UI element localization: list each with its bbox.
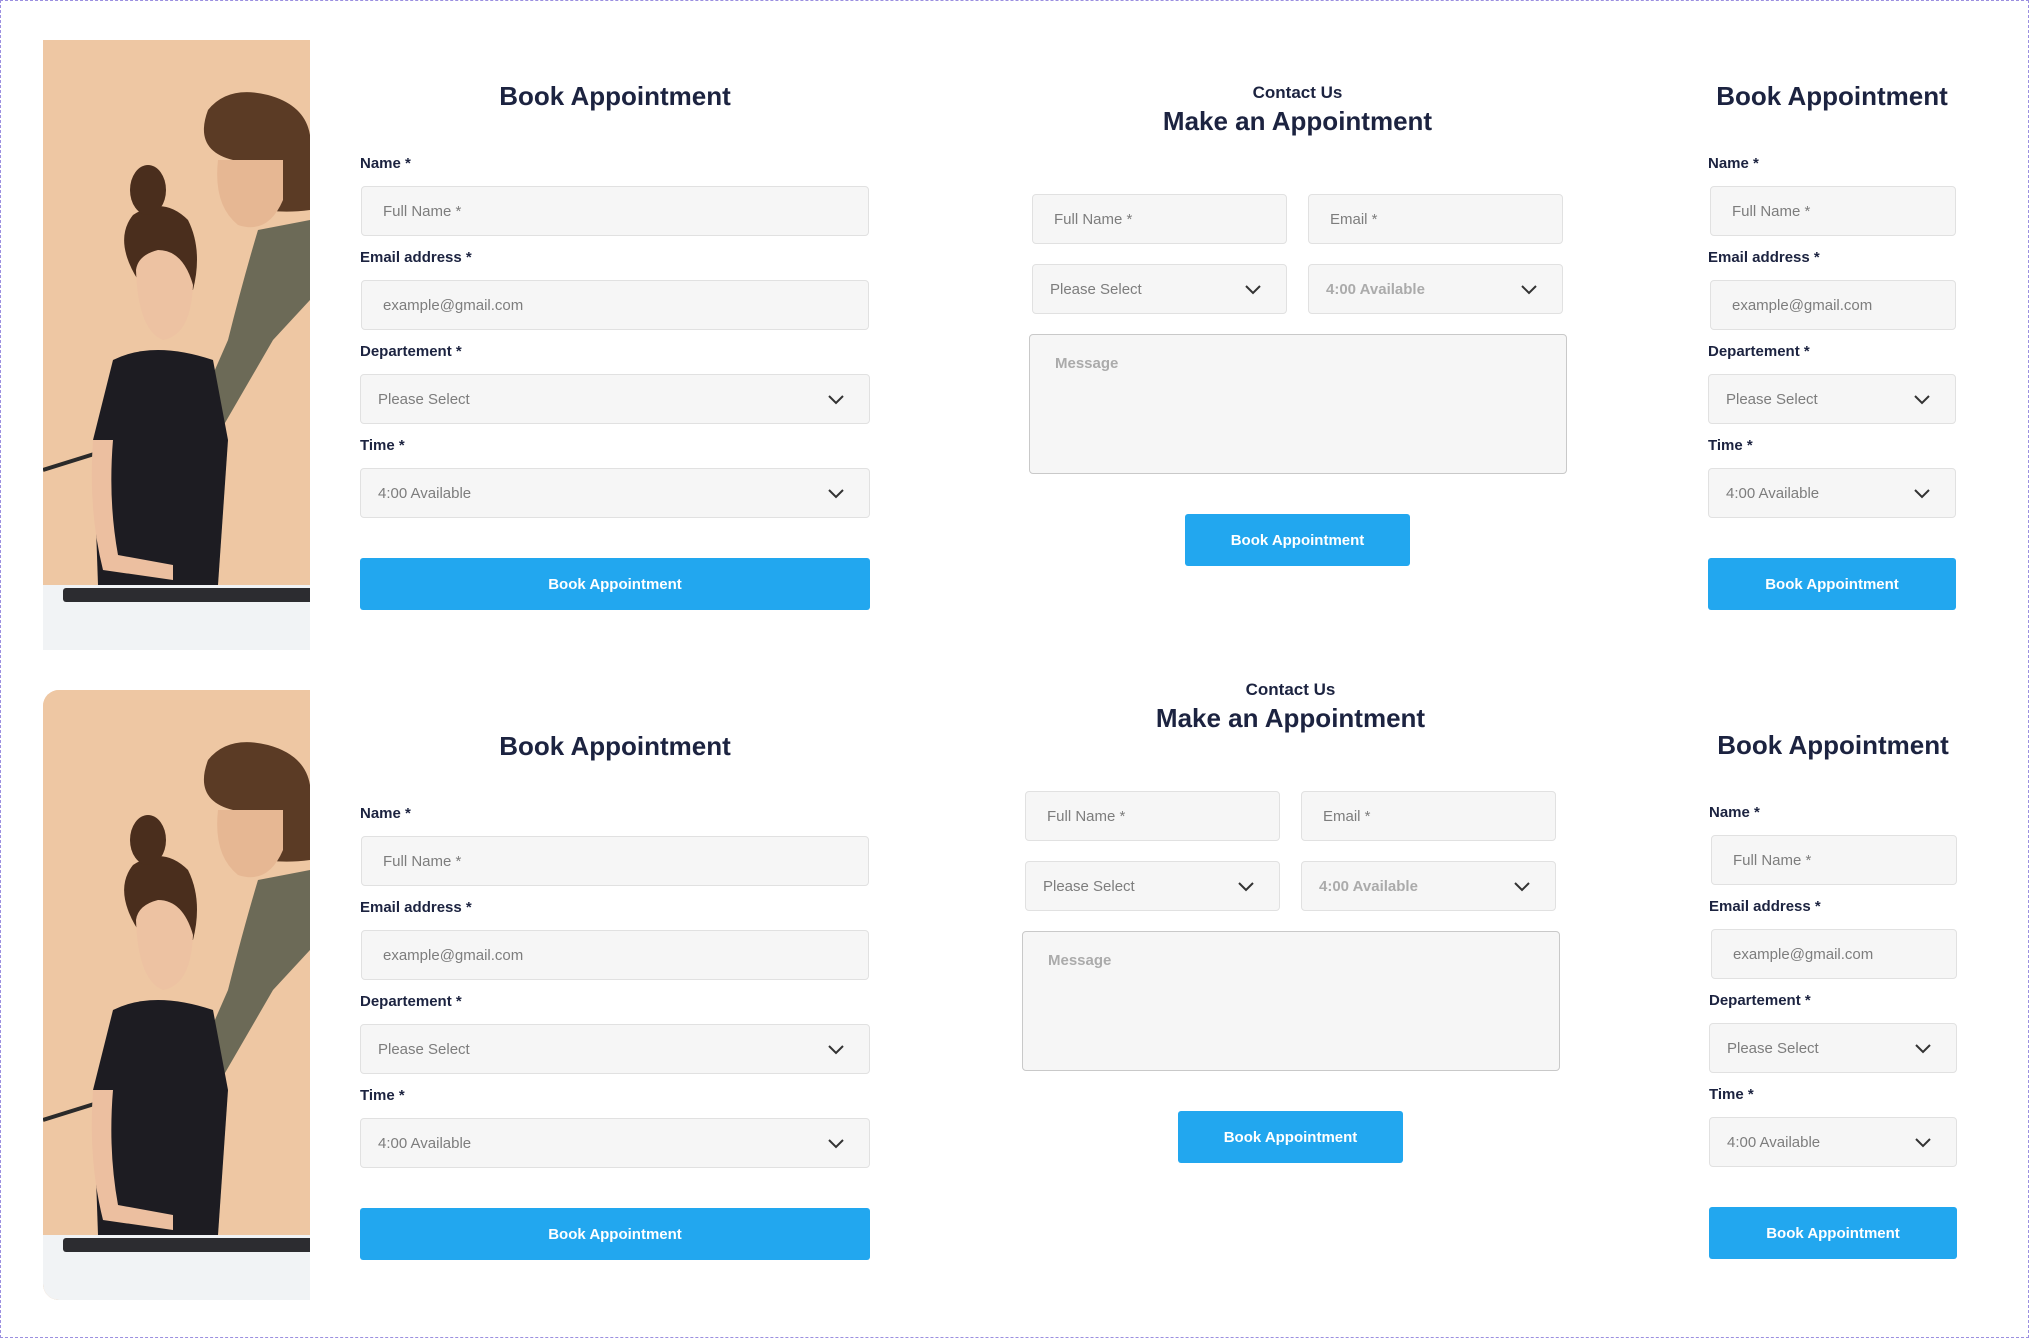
email-label: Email address * <box>1708 249 1820 266</box>
email-input[interactable]: example@gmail.com <box>1710 280 1956 330</box>
name-input[interactable]: Full Name * <box>1710 186 1956 236</box>
chevron-down-icon <box>1915 1044 1931 1054</box>
form-title: Book Appointment <box>1717 730 1949 760</box>
department-select[interactable]: Please Select <box>360 1024 870 1074</box>
name-input[interactable]: Full Name * <box>361 836 869 886</box>
department-select[interactable]: Please Select <box>1025 861 1280 911</box>
chevron-down-icon <box>828 1139 844 1149</box>
email-input[interactable]: example@gmail.com <box>361 280 869 330</box>
form-title: Book Appointment <box>1716 81 1948 111</box>
chevron-down-icon <box>1245 285 1261 295</box>
department-label: Departement * <box>1708 343 1810 360</box>
chevron-down-icon <box>1915 1138 1931 1148</box>
email-input[interactable]: Email * <box>1308 194 1563 244</box>
email-input[interactable]: Email * <box>1301 791 1556 841</box>
contact-eyebrow: Contact Us <box>1245 680 1336 699</box>
department-select[interactable]: Please Select <box>1708 374 1956 424</box>
book-appointment-button[interactable]: Book Appointment <box>360 558 870 610</box>
chevron-down-icon <box>828 489 844 499</box>
book-appointment-button[interactable]: Book Appointment <box>1708 558 1956 610</box>
name-label: Name * <box>1709 804 1760 821</box>
name-label: Name * <box>360 805 411 822</box>
appointment-photo <box>43 690 310 1300</box>
form-title: Book Appointment <box>499 731 731 761</box>
book-appointment-button[interactable]: Book Appointment <box>360 1208 870 1260</box>
message-textarea[interactable]: Message <box>1029 334 1567 474</box>
email-label: Email address * <box>360 899 472 916</box>
time-label: Time * <box>1709 1086 1754 1103</box>
chevron-down-icon <box>1238 882 1254 892</box>
department-label: Departement * <box>360 343 462 360</box>
chevron-down-icon <box>1514 882 1530 892</box>
department-label: Departement * <box>360 993 462 1010</box>
email-label: Email address * <box>1709 898 1821 915</box>
book-appointment-button[interactable]: Book Appointment <box>1178 1111 1403 1163</box>
time-select[interactable]: 4:00 Available <box>1308 264 1563 314</box>
name-input[interactable]: Full Name * <box>361 186 869 236</box>
name-label: Name * <box>1708 155 1759 172</box>
form-title: Book Appointment <box>499 81 731 111</box>
email-label: Email address * <box>360 249 472 266</box>
message-textarea[interactable]: Message <box>1022 931 1560 1071</box>
time-label: Time * <box>1708 437 1753 454</box>
time-select[interactable]: 4:00 Available <box>1708 468 1956 518</box>
name-label: Name * <box>360 155 411 172</box>
full-name-input[interactable]: Full Name * <box>1032 194 1287 244</box>
chevron-down-icon <box>1914 395 1930 405</box>
department-label: Departement * <box>1709 992 1811 1009</box>
time-label: Time * <box>360 437 405 454</box>
contact-title: Make an Appointment <box>1155 703 1426 733</box>
appointment-photo <box>43 40 310 650</box>
book-appointment-button[interactable]: Book Appointment <box>1709 1207 1957 1259</box>
time-label: Time * <box>360 1087 405 1104</box>
contact-eyebrow: Contact Us <box>1252 83 1343 102</box>
email-input[interactable]: example@gmail.com <box>361 930 869 980</box>
email-input[interactable]: example@gmail.com <box>1711 929 1957 979</box>
book-appointment-button[interactable]: Book Appointment <box>1185 514 1410 566</box>
full-name-input[interactable]: Full Name * <box>1025 791 1280 841</box>
chevron-down-icon <box>1914 489 1930 499</box>
chevron-down-icon <box>1521 285 1537 295</box>
department-select[interactable]: Please Select <box>360 374 870 424</box>
time-select[interactable]: 4:00 Available <box>360 468 870 518</box>
time-select[interactable]: 4:00 Available <box>360 1118 870 1168</box>
chevron-down-icon <box>828 395 844 405</box>
chevron-down-icon <box>828 1045 844 1055</box>
department-select[interactable]: Please Select <box>1032 264 1287 314</box>
department-select[interactable]: Please Select <box>1709 1023 1957 1073</box>
time-select[interactable]: 4:00 Available <box>1709 1117 1957 1167</box>
name-input[interactable]: Full Name * <box>1711 835 1957 885</box>
contact-title: Make an Appointment <box>1162 106 1433 136</box>
time-select[interactable]: 4:00 Available <box>1301 861 1556 911</box>
